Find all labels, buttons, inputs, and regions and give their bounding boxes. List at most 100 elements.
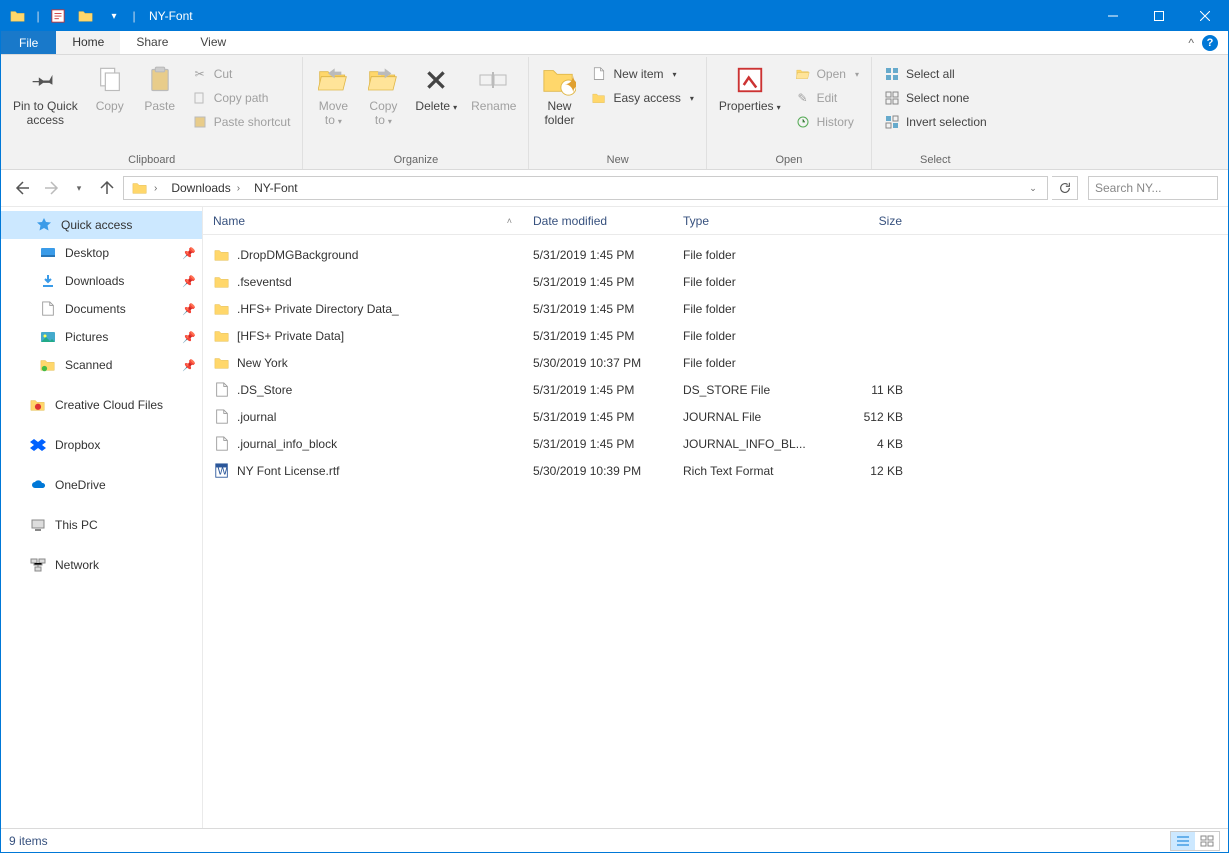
close-button[interactable]	[1182, 1, 1228, 31]
easy-access-button[interactable]: Easy access	[587, 87, 697, 109]
file-type: JOURNAL File	[673, 410, 823, 424]
file-name: New York	[237, 356, 288, 370]
minimize-button[interactable]	[1090, 1, 1136, 31]
sidebar-item-dropbox[interactable]: Dropbox	[1, 431, 202, 459]
column-headers: Name˄ Date modified Type Size	[203, 207, 1228, 235]
qat-folder-icon[interactable]	[7, 5, 29, 27]
copy-path-icon	[192, 90, 208, 106]
maximize-button[interactable]	[1136, 1, 1182, 31]
file-type: File folder	[673, 275, 823, 289]
delete-button[interactable]: Delete	[409, 61, 463, 117]
file-name: .journal_info_block	[237, 437, 337, 451]
copy-icon	[96, 63, 124, 97]
open-button[interactable]: Open	[791, 63, 863, 85]
folder-icon	[213, 354, 231, 372]
search-input[interactable]	[1095, 181, 1229, 195]
move-to-button[interactable]: Move to	[309, 61, 357, 131]
edit-button[interactable]: ✎Edit	[791, 87, 863, 109]
file-row[interactable]: .journal5/31/2019 1:45 PMJOURNAL File512…	[203, 403, 1228, 430]
properties-button[interactable]: Properties	[713, 61, 787, 117]
folder-green-icon	[39, 356, 57, 374]
sidebar-item-downloads[interactable]: Downloads📌	[1, 267, 202, 295]
copy-button[interactable]: Copy	[86, 61, 134, 115]
nav-recent-dropdown[interactable]: ▾	[67, 176, 91, 200]
history-button[interactable]: History	[791, 111, 863, 133]
qat-folder2-icon[interactable]	[75, 5, 97, 27]
file-date: 5/31/2019 1:45 PM	[523, 437, 673, 451]
rename-button[interactable]: Rename	[465, 61, 522, 115]
paste-shortcut-button[interactable]: Paste shortcut	[188, 111, 295, 133]
sidebar-item-network[interactable]: Network	[1, 551, 202, 579]
file-row[interactable]: .DropDMGBackground5/31/2019 1:45 PMFile …	[203, 241, 1228, 268]
file-date: 5/30/2019 10:37 PM	[523, 356, 673, 370]
titlebar: | ▾ | NY-Font	[1, 1, 1228, 31]
sidebar-item-documents[interactable]: Documents📌	[1, 295, 202, 323]
column-size[interactable]: Size	[823, 207, 913, 234]
search-box[interactable]	[1088, 176, 1218, 200]
view-details-button[interactable]	[1171, 832, 1195, 850]
paste-shortcut-icon	[192, 114, 208, 130]
nav-forward-button[interactable]	[39, 176, 63, 200]
select-none-button[interactable]: Select none	[880, 87, 991, 109]
copy-path-button[interactable]: Copy path	[188, 87, 295, 109]
nav-back-button[interactable]	[11, 176, 35, 200]
new-folder-button[interactable]: ✦ New folder	[535, 61, 583, 129]
cut-button[interactable]: ✂Cut	[188, 63, 295, 85]
pin-icon: 📌	[182, 275, 194, 288]
file-date: 5/31/2019 1:45 PM	[523, 248, 673, 262]
file-date: 5/30/2019 10:39 PM	[523, 464, 673, 478]
file-row[interactable]: .HFS+ Private Directory Data_5/31/2019 1…	[203, 295, 1228, 322]
new-item-button[interactable]: New item	[587, 63, 697, 85]
column-type[interactable]: Type	[673, 207, 823, 234]
refresh-button[interactable]	[1052, 176, 1078, 200]
dropbox-icon	[29, 436, 47, 454]
invert-selection-button[interactable]: Invert selection	[880, 111, 991, 133]
svg-text:✦: ✦	[564, 71, 576, 97]
tab-file[interactable]: File	[1, 31, 56, 54]
column-date[interactable]: Date modified	[523, 207, 673, 234]
file-list[interactable]: .DropDMGBackground5/31/2019 1:45 PMFile …	[203, 235, 1228, 828]
tab-home[interactable]: Home	[56, 31, 120, 54]
paste-button[interactable]: Paste	[136, 61, 184, 115]
crumb-root[interactable]: ›	[126, 177, 165, 199]
sidebar-item-desktop[interactable]: Desktop📌	[1, 239, 202, 267]
copy-to-button[interactable]: Copy to	[359, 61, 407, 131]
crumb-nyfont[interactable]: NY-Font	[248, 177, 304, 199]
help-icon[interactable]: ?	[1202, 35, 1218, 51]
select-none-icon	[884, 90, 900, 106]
view-large-icons-button[interactable]	[1195, 832, 1219, 850]
navbar: ▾ › Downloads› NY-Font ⌄	[1, 170, 1228, 206]
sidebar-item-scanned[interactable]: Scanned📌	[1, 351, 202, 379]
file-row[interactable]: .DS_Store5/31/2019 1:45 PMDS_STORE File1…	[203, 376, 1228, 403]
address-dropdown-icon[interactable]: ⌄	[1021, 176, 1045, 200]
file-size: 11 KB	[823, 383, 913, 397]
file-date: 5/31/2019 1:45 PM	[523, 410, 673, 424]
nav-up-button[interactable]	[95, 176, 119, 200]
qat-dropdown-icon[interactable]: ▾	[103, 5, 125, 27]
sidebar-quick-access[interactable]: Quick access	[1, 211, 202, 239]
minimize-ribbon-icon[interactable]: ^	[1188, 36, 1194, 50]
qat-properties-icon[interactable]	[47, 5, 69, 27]
pin-icon	[30, 63, 60, 97]
select-all-button[interactable]: Select all	[880, 63, 991, 85]
file-row[interactable]: [HFS+ Private Data]5/31/2019 1:45 PMFile…	[203, 322, 1228, 349]
file-row[interactable]: .fseventsd5/31/2019 1:45 PMFile folder	[203, 268, 1228, 295]
sidebar-item-onedrive[interactable]: OneDrive	[1, 471, 202, 499]
pin-quick-access-button[interactable]: Pin to Quick access	[7, 61, 84, 129]
file-row[interactable]: New York5/30/2019 10:37 PMFile folder	[203, 349, 1228, 376]
open-group-label: Open	[775, 152, 802, 169]
tab-share[interactable]: Share	[120, 31, 184, 54]
sidebar-item-pictures[interactable]: Pictures📌	[1, 323, 202, 351]
crumb-downloads[interactable]: Downloads›	[165, 177, 248, 199]
tab-view[interactable]: View	[184, 31, 242, 54]
address-bar[interactable]: › Downloads› NY-Font ⌄	[123, 176, 1048, 200]
file-row[interactable]: .journal_info_block 5/31/2019 1:45 PMJOUR…	[203, 430, 1228, 457]
sidebar-item-this-pc[interactable]: This PC	[1, 511, 202, 539]
file-type: JOURNAL_INFO_BL...	[673, 437, 823, 451]
file-date: 5/31/2019 1:45 PM	[523, 383, 673, 397]
sidebar-item-creative-cloud-files[interactable]: Creative Cloud Files	[1, 391, 202, 419]
ribbon-tabs: File Home Share View ^ ?	[1, 31, 1228, 55]
column-name[interactable]: Name˄	[203, 207, 523, 234]
new-group-label: New	[607, 152, 629, 169]
file-row[interactable]: NY Font License.rtf5/30/2019 10:39 PMRic…	[203, 457, 1228, 484]
